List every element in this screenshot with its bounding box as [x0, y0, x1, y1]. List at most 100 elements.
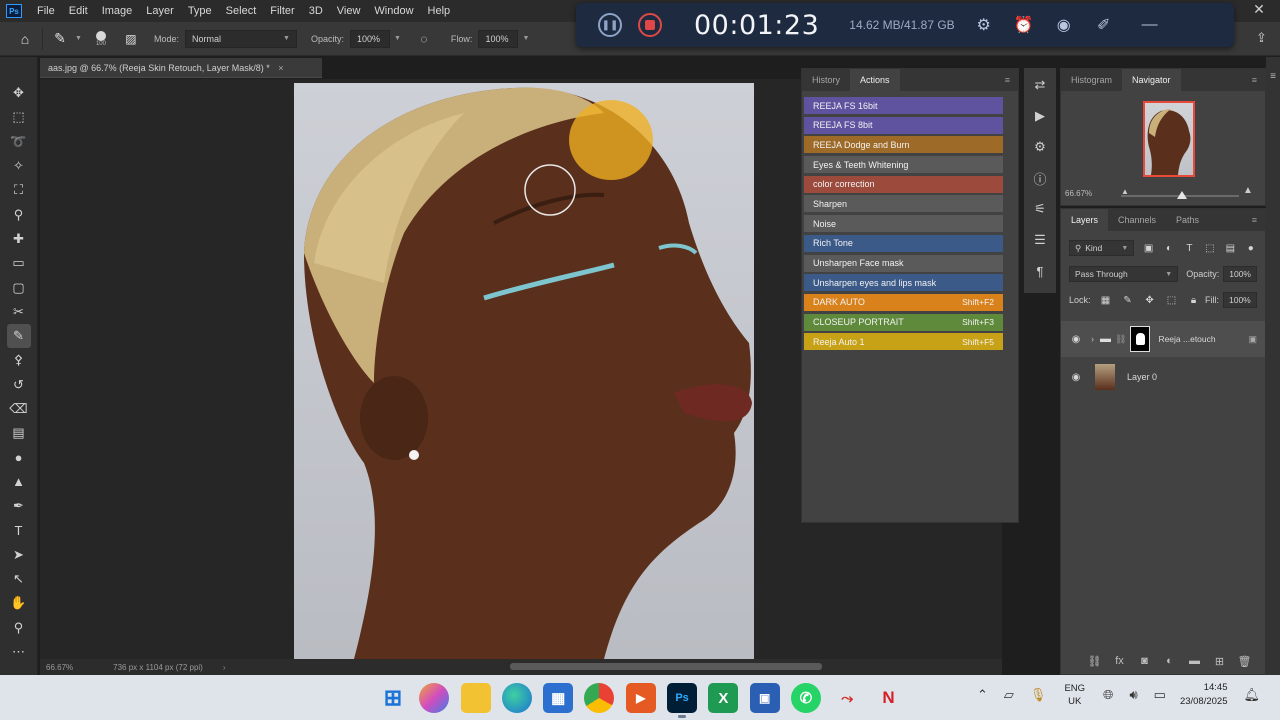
lock-artboard-icon[interactable]: ⬚ — [1165, 295, 1179, 306]
menu-window[interactable]: Window — [367, 0, 420, 22]
character-icon[interactable]: ¶ — [1029, 260, 1051, 282]
clone-stamp-tool-icon[interactable]: ⚴ — [7, 348, 31, 372]
brush-tool-icon[interactable]: ✎ — [6, 323, 31, 349]
eye-icon[interactable]: ◉ — [1065, 334, 1087, 345]
lock-all-icon[interactable]: 🔒︎ — [1187, 295, 1201, 306]
action-item[interactable]: REEJA FS 16bit — [804, 97, 1003, 114]
navigator-thumbnail[interactable] — [1143, 101, 1195, 177]
add-mask-icon[interactable]: ◙ — [1132, 655, 1157, 667]
pixel-filter-icon[interactable]: ▣ — [1142, 243, 1154, 254]
tab-history[interactable]: History — [802, 69, 850, 91]
filter-toggle-icon[interactable]: ● — [1245, 243, 1257, 254]
action-item[interactable]: Unsharpen Face mask — [804, 254, 1003, 272]
panel-menu-icon[interactable]: ≡ — [1252, 215, 1257, 225]
history-brush-tool-icon[interactable]: ↺ — [7, 373, 31, 397]
gradient-tool-icon[interactable]: ▤ — [7, 421, 31, 445]
fx-icon[interactable]: fx — [1107, 655, 1132, 667]
brush-annotate-icon[interactable]: ✐ — [1093, 14, 1115, 36]
blend-mode-select[interactable]: Pass Through ▼ — [1069, 266, 1179, 282]
blur-tool-icon[interactable]: ● — [7, 445, 31, 469]
action-item[interactable]: REEJA Dodge and Burn — [804, 136, 1003, 154]
action-item[interactable]: Rich Tone — [804, 234, 1003, 252]
more-tools-icon[interactable]: ⋯ — [7, 640, 31, 664]
photoshop-icon[interactable]: Ps — [667, 683, 698, 718]
horizontal-scrollbar[interactable] — [510, 663, 822, 670]
eye-icon[interactable]: ◉ — [1065, 372, 1087, 383]
adjustments-icon[interactable]: ⚙ — [1029, 136, 1051, 158]
menu-edit[interactable]: Edit — [62, 0, 95, 22]
panel-menu-icon[interactable]: ≡ — [1252, 75, 1257, 85]
play-icon[interactable]: ▶ — [1029, 105, 1051, 127]
hand-tool-icon[interactable]: ✋ — [7, 591, 31, 615]
navigator-zoom[interactable]: 66.67% — [1065, 189, 1092, 198]
battery-icon[interactable]: ▭ — [1154, 687, 1166, 703]
pause-button[interactable]: ❚❚ — [598, 13, 622, 37]
menu-select[interactable]: Select — [219, 0, 264, 22]
zoom-in-icon[interactable]: ▲ — [1243, 185, 1253, 196]
dodge-tool-icon[interactable]: ▲ — [7, 470, 31, 494]
chevron-down-icon[interactable]: ▼ — [522, 35, 529, 42]
type-tool-icon[interactable]: T — [7, 518, 31, 542]
tab-navigator[interactable]: Navigator — [1122, 69, 1181, 91]
file-explorer-icon[interactable] — [460, 683, 491, 713]
home-icon[interactable]: ⌂ — [14, 28, 36, 50]
quick-select-tool-icon[interactable]: ✧ — [7, 154, 31, 178]
close-tab-icon[interactable]: × — [278, 63, 283, 73]
portrait-photo[interactable] — [294, 83, 754, 659]
action-item[interactable]: Unsharpen eyes and lips mask — [804, 274, 1003, 292]
close-window-button[interactable]: ✕ — [1244, 1, 1274, 19]
zoom-slider-handle[interactable] — [1177, 191, 1187, 199]
panel-menu-icon[interactable]: ≡ — [1005, 75, 1010, 85]
path-select-tool-icon[interactable]: ➤ — [7, 543, 31, 567]
lock-position-icon[interactable]: ✥ — [1143, 295, 1157, 306]
scissors-tool-icon[interactable]: ✂ — [7, 300, 31, 324]
copilot-icon[interactable] — [419, 683, 450, 713]
menu-view[interactable]: View — [330, 0, 368, 22]
smart-filter-icon[interactable]: ▣ — [1248, 334, 1257, 345]
link-icon[interactable]: ⛓ — [1115, 334, 1126, 345]
layer-mask-thumbnail[interactable] — [1130, 326, 1151, 352]
frame-tool-icon[interactable]: ▢ — [7, 275, 31, 299]
fill-field[interactable]: 100% — [1223, 292, 1257, 308]
action-item[interactable]: DARK AUTO Shift+F2 — [804, 293, 1003, 311]
properties-icon[interactable]: ☰ — [1029, 229, 1051, 251]
opacity-field[interactable]: 100% — [349, 29, 390, 48]
layer-row-image[interactable]: ◉ Layer 0 — [1061, 359, 1265, 395]
new-group-icon[interactable]: ▬ — [1182, 655, 1207, 667]
acrobat-icon[interactable]: ⤳ — [832, 683, 862, 713]
tab-actions[interactable]: Actions — [850, 69, 900, 91]
pen-tool-icon[interactable]: ✒ — [7, 494, 31, 518]
pressure-opacity-icon[interactable]: ◌ — [413, 28, 435, 50]
store-icon[interactable]: ▦ — [543, 683, 574, 713]
navigator-zoom-slider[interactable] — [1121, 191, 1239, 199]
healing-brush-tool-icon[interactable]: ✚ — [7, 227, 31, 251]
action-item[interactable]: CLOSEUP PORTRAIT Shift+F3 — [804, 313, 1003, 331]
brush-preset-picker[interactable]: 100 — [95, 30, 106, 47]
action-item[interactable]: Reeja Auto 1 Shift+F5 — [804, 333, 1003, 351]
menu-help[interactable]: Help — [421, 0, 458, 22]
video-editor-icon[interactable]: ▣ — [749, 683, 780, 713]
camera-app-icon[interactable]: ▶ — [625, 683, 656, 713]
chevron-down-icon[interactable]: ▼ — [394, 35, 401, 42]
type-filter-icon[interactable]: T — [1183, 243, 1195, 254]
layer-row-group[interactable]: ◉ › ▬ ⛓ Reeja ...etouch ▣ — [1061, 321, 1265, 357]
action-item[interactable]: REEJA FS 8bit — [804, 116, 1003, 134]
excel-icon[interactable]: X — [708, 683, 739, 713]
volume-icon[interactable]: 🔊︎ — [1129, 687, 1137, 703]
menu-filter[interactable]: Filter — [263, 0, 301, 22]
camera-icon[interactable]: ◉ — [1053, 14, 1075, 36]
clock[interactable]: 14:45 23/08/2025 — [1180, 681, 1228, 709]
share-icon[interactable]: ⇪ — [1256, 30, 1267, 46]
layer-filter-select[interactable]: ⚲ Kind ▼ — [1069, 240, 1135, 256]
lock-pixels-icon[interactable]: ✎ — [1121, 295, 1135, 306]
tab-paths[interactable]: Paths — [1166, 209, 1209, 231]
whatsapp-icon[interactable]: ✆ — [790, 683, 821, 713]
menu-3d[interactable]: 3D — [302, 0, 330, 22]
menu-file[interactable]: File — [30, 0, 62, 22]
eraser-tool-icon[interactable]: ⌫ — [7, 397, 31, 421]
globe-icon[interactable]: 🌐︎ — [1103, 687, 1113, 703]
menu-image[interactable]: Image — [95, 0, 140, 22]
brush-settings-icon[interactable]: ⚟ — [1029, 198, 1051, 220]
chrome-icon[interactable] — [584, 683, 615, 713]
arrow-tool-icon[interactable]: ↖ — [7, 567, 31, 591]
